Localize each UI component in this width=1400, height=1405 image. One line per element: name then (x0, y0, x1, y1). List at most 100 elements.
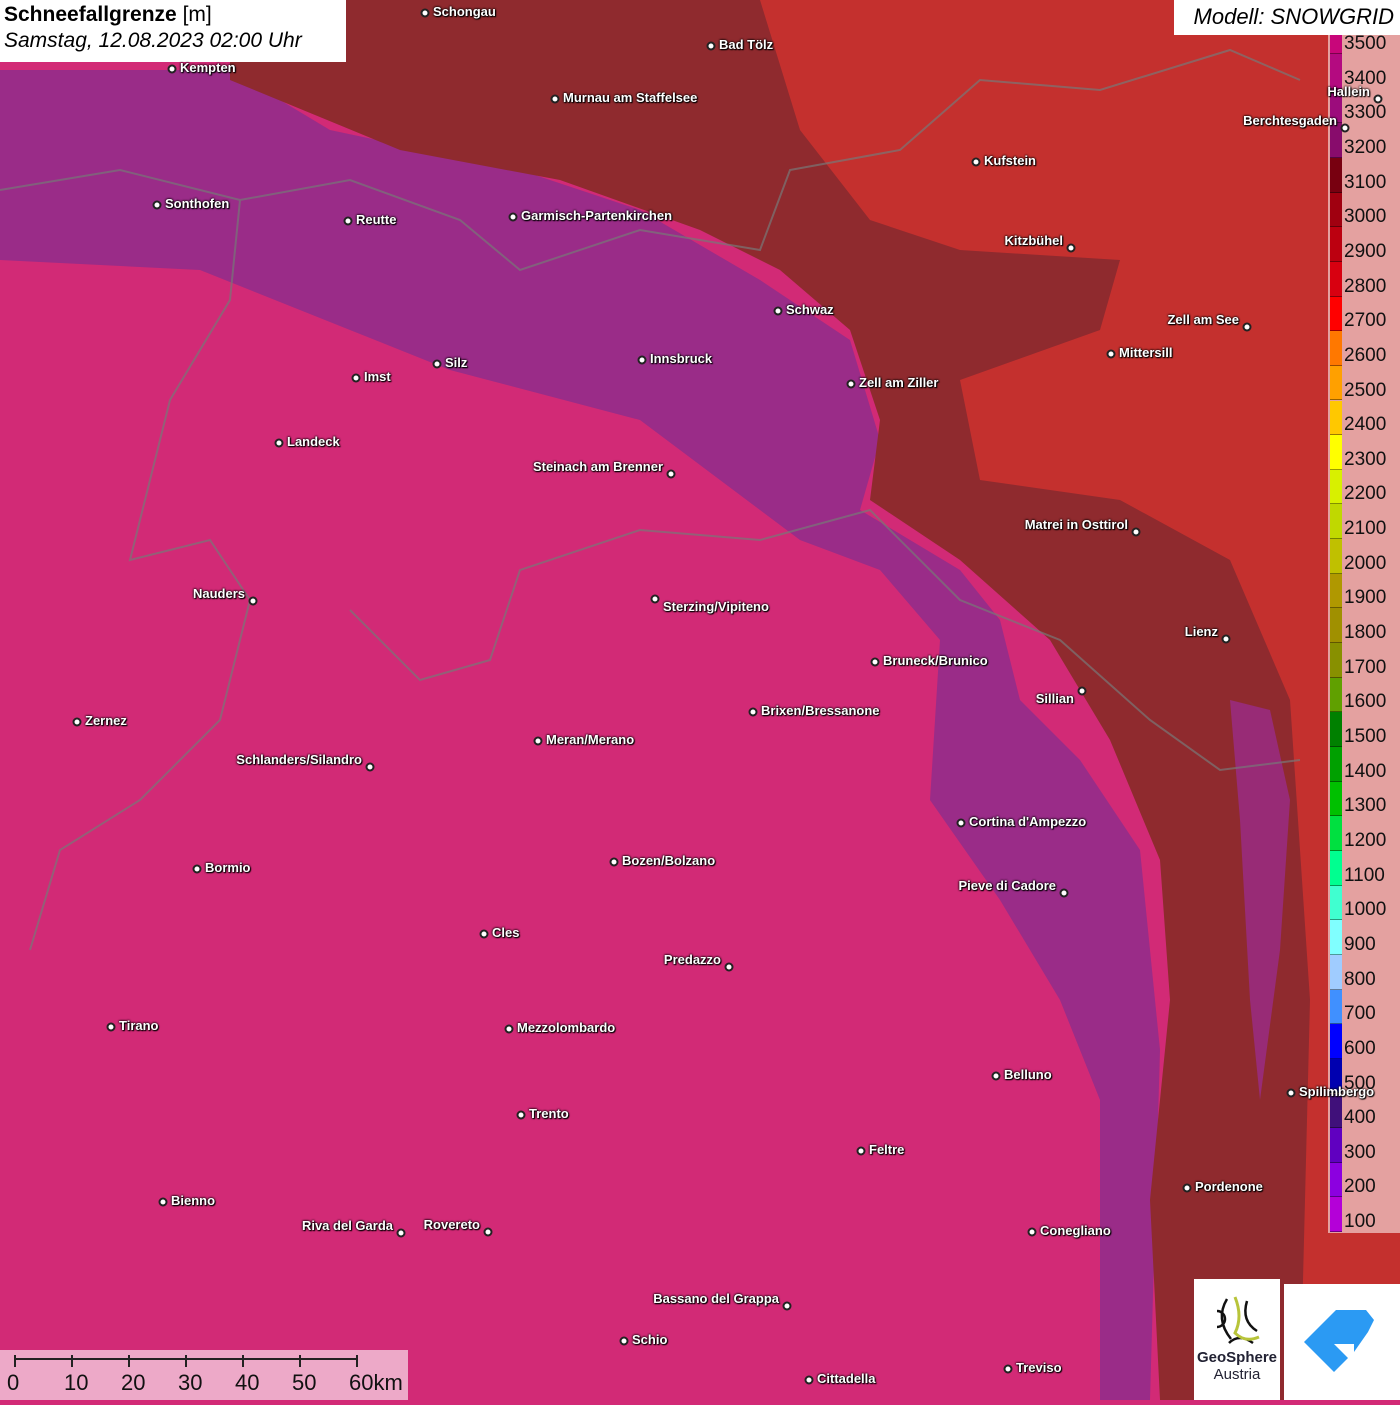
city-label: Spilimbergo (1299, 1084, 1375, 1099)
city-marker[interactable] (1077, 686, 1087, 696)
city-marker[interactable] (609, 857, 619, 867)
legend-color-block (1330, 1197, 1342, 1233)
legend-label: 1400 (1344, 760, 1387, 782)
city-marker[interactable] (1182, 1183, 1192, 1193)
legend-color-block (1330, 989, 1342, 1025)
city-marker[interactable] (870, 657, 880, 667)
city-marker[interactable] (192, 864, 202, 874)
city-marker[interactable] (533, 736, 543, 746)
scale-label: 60km (349, 1370, 403, 1395)
city-marker[interactable] (167, 64, 177, 74)
city-label: Brixen/Bressanone (761, 703, 880, 718)
legend-label: 3300 (1344, 102, 1387, 124)
geosphere-line2: Austria (1213, 1366, 1261, 1383)
city-label: Riva del Garda (301, 1218, 393, 1233)
city-marker[interactable] (666, 469, 676, 479)
legend-label: 3500 (1344, 33, 1387, 54)
city-label: Hallein (1327, 84, 1370, 99)
city-marker[interactable] (846, 379, 856, 389)
city-marker[interactable] (483, 1227, 493, 1237)
legend-color-block (1330, 816, 1342, 851)
city-marker[interactable] (479, 929, 489, 939)
city-marker[interactable] (396, 1228, 406, 1238)
city-marker[interactable] (782, 1301, 792, 1311)
scale-tick (299, 1355, 301, 1367)
scale-label: 20 (121, 1370, 146, 1395)
city-marker[interactable] (637, 355, 647, 365)
city-label: Matrei in Osttirol (1024, 517, 1128, 532)
legend-label: 2600 (1344, 344, 1387, 366)
city-marker[interactable] (1286, 1088, 1296, 1098)
city-marker[interactable] (991, 1071, 1001, 1081)
city-marker[interactable] (365, 762, 375, 772)
scale-label: 0 (7, 1370, 20, 1395)
city-label: Feltre (869, 1142, 905, 1157)
city-marker[interactable] (1066, 243, 1076, 253)
legend-label: 2700 (1344, 310, 1387, 332)
city-marker[interactable] (550, 94, 560, 104)
legend-label: 2800 (1344, 275, 1387, 297)
legend-label: 2100 (1344, 518, 1387, 540)
city-marker[interactable] (1221, 634, 1231, 644)
city-label: Mittersill (1119, 345, 1173, 360)
city-label: Nauders (192, 586, 245, 601)
city-label: Schlanders/Silandro (236, 752, 362, 767)
city-marker[interactable] (351, 373, 361, 383)
city-marker[interactable] (706, 41, 716, 51)
city-marker[interactable] (1340, 123, 1350, 133)
city-label: Kempten (180, 60, 236, 75)
city-marker[interactable] (650, 594, 660, 604)
city-label: Pordenone (1195, 1179, 1263, 1194)
city-marker[interactable] (106, 1022, 116, 1032)
city-marker[interactable] (72, 717, 82, 727)
city-label: Murnau am Staffelsee (563, 90, 698, 105)
city-label: Tirano (119, 1018, 159, 1033)
legend-color-block (1330, 1162, 1342, 1198)
city-marker[interactable] (724, 962, 734, 972)
city-marker[interactable] (856, 1146, 866, 1156)
city-marker[interactable] (971, 157, 981, 167)
city-marker[interactable] (504, 1024, 514, 1034)
city-label: Bienno (171, 1193, 216, 1208)
city-marker[interactable] (152, 200, 162, 210)
city-label: Sillian (1035, 691, 1074, 706)
legend-label: 1000 (1344, 899, 1387, 921)
city-marker[interactable] (274, 438, 284, 448)
city-marker[interactable] (1027, 1227, 1037, 1237)
legend-label: 700 (1344, 1003, 1376, 1025)
city-marker[interactable] (1242, 322, 1252, 332)
city-label: Steinach am Brenner (532, 459, 663, 474)
legend-color-block (1330, 400, 1342, 436)
city-label: Zernez (85, 713, 127, 728)
legend-label: 400 (1344, 1107, 1376, 1129)
city-marker[interactable] (158, 1197, 168, 1207)
city-marker[interactable] (804, 1375, 814, 1385)
city-marker[interactable] (773, 306, 783, 316)
legend-label: 1600 (1344, 691, 1387, 713)
legend-label: 3000 (1344, 206, 1387, 228)
legend-label: 1800 (1344, 622, 1387, 644)
city-label: Schongau (433, 4, 496, 19)
city-marker[interactable] (508, 212, 518, 222)
city-marker[interactable] (516, 1110, 526, 1120)
city-label: Lienz (1184, 624, 1218, 639)
city-marker[interactable] (432, 359, 442, 369)
city-marker[interactable] (343, 216, 353, 226)
city-marker[interactable] (619, 1336, 629, 1346)
city-marker[interactable] (1106, 349, 1116, 359)
city-marker[interactable] (956, 818, 966, 828)
city-marker[interactable] (420, 8, 430, 18)
scale-tick (71, 1355, 73, 1367)
city-marker[interactable] (748, 707, 758, 717)
city-marker[interactable] (1003, 1364, 1013, 1374)
city-label: Imst (364, 369, 391, 384)
city-label: Landeck (287, 434, 340, 449)
city-marker[interactable] (1373, 94, 1383, 104)
city-label: Berchtesgaden (1243, 113, 1337, 128)
city-label: Zell am Ziller (859, 375, 939, 390)
city-marker[interactable] (1131, 527, 1141, 537)
city-marker[interactable] (1059, 888, 1069, 898)
city-label: Cittadella (817, 1371, 876, 1386)
city-marker[interactable] (248, 596, 258, 606)
scale-tick (356, 1355, 358, 1367)
